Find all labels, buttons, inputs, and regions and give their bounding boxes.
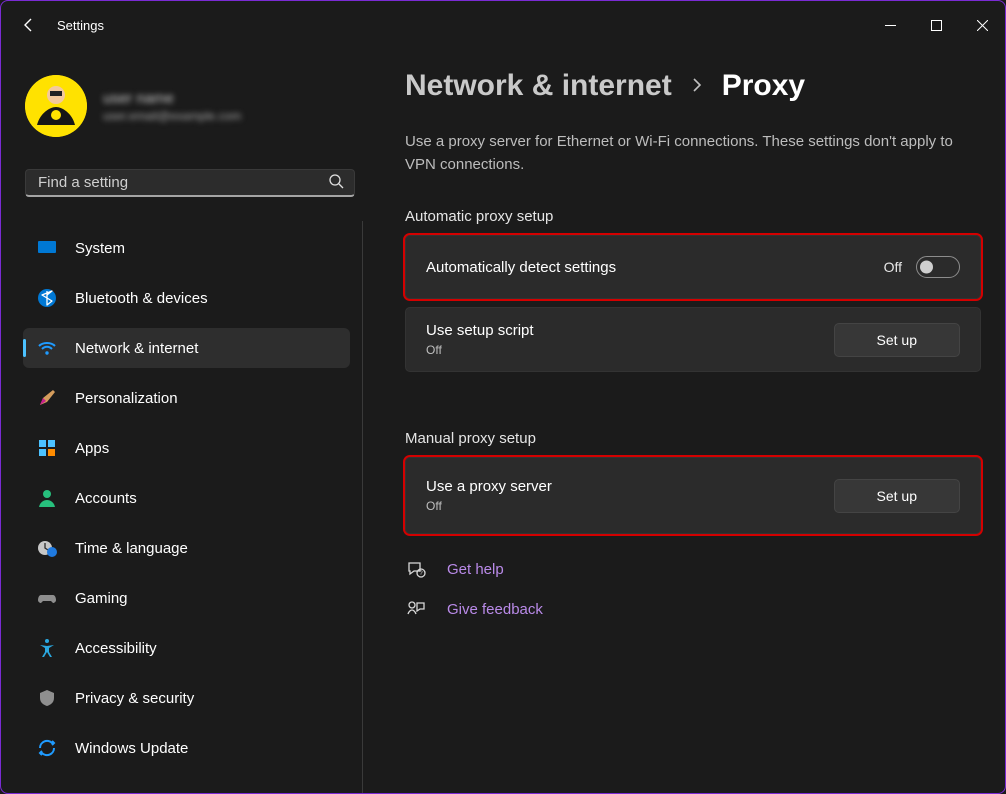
minimize-icon bbox=[885, 20, 896, 31]
maximize-button[interactable] bbox=[913, 9, 959, 41]
get-help-label: Get help bbox=[447, 561, 504, 578]
sidebar-item-network[interactable]: Network & internet bbox=[23, 328, 350, 368]
setup-script-status: Off bbox=[426, 343, 534, 357]
profile-email: user.email@example.com bbox=[103, 109, 241, 123]
sidebar-item-privacy[interactable]: Privacy & security bbox=[23, 678, 350, 718]
display-icon bbox=[37, 238, 57, 258]
window-controls bbox=[867, 9, 1005, 41]
section-title-automatic: Automatic proxy setup bbox=[405, 208, 981, 225]
proxy-server-label: Use a proxy server bbox=[426, 478, 552, 495]
app-title: Settings bbox=[57, 18, 104, 33]
sidebar-item-label: Time & language bbox=[75, 540, 188, 557]
sidebar-item-windows-update[interactable]: Windows Update bbox=[23, 728, 350, 768]
arrow-left-icon bbox=[21, 17, 37, 33]
search-icon bbox=[328, 173, 344, 192]
card-auto-detect: Automatically detect settings Off bbox=[405, 235, 981, 299]
sidebar-item-label: Windows Update bbox=[75, 740, 188, 757]
sidebar-item-label: Personalization bbox=[75, 390, 178, 407]
chevron-right-icon bbox=[690, 75, 704, 98]
maximize-icon bbox=[931, 20, 942, 31]
titlebar: Settings bbox=[1, 1, 1005, 49]
sidebar-item-gaming[interactable]: Gaming bbox=[23, 578, 350, 618]
card-proxy-server: Use a proxy server Off Set up bbox=[405, 457, 981, 534]
sidebar-item-label: Accessibility bbox=[75, 640, 157, 657]
toggle-state-label: Off bbox=[884, 259, 902, 275]
sidebar-item-time-language[interactable]: Time & language bbox=[23, 528, 350, 568]
give-feedback-link[interactable]: Give feedback bbox=[405, 598, 981, 620]
page-title: Proxy bbox=[722, 69, 805, 103]
footer-links: ? Get help Give feedback bbox=[405, 558, 981, 620]
nav-list: System Bluetooth & devices Network & int… bbox=[19, 221, 363, 793]
breadcrumb-parent[interactable]: Network & internet bbox=[405, 69, 672, 103]
person-icon bbox=[37, 488, 57, 508]
sidebar-item-label: Apps bbox=[75, 440, 109, 457]
sidebar-item-label: Bluetooth & devices bbox=[75, 290, 208, 307]
feedback-icon bbox=[405, 598, 427, 620]
setup-script-label: Use setup script bbox=[426, 322, 534, 339]
profile-name: user name bbox=[103, 90, 241, 107]
section-title-manual: Manual proxy setup bbox=[405, 430, 981, 447]
page-description: Use a proxy server for Ethernet or Wi-Fi… bbox=[405, 131, 965, 176]
bluetooth-icon bbox=[37, 288, 57, 308]
sidebar-item-label: Gaming bbox=[75, 590, 128, 607]
sidebar-item-label: Privacy & security bbox=[75, 690, 194, 707]
proxy-server-button[interactable]: Set up bbox=[834, 479, 960, 513]
search-input[interactable] bbox=[38, 174, 328, 191]
wifi-icon bbox=[37, 338, 57, 358]
sidebar-item-accounts[interactable]: Accounts bbox=[23, 478, 350, 518]
clock-globe-icon bbox=[37, 538, 57, 558]
sidebar-item-label: Network & internet bbox=[75, 340, 198, 357]
apps-icon bbox=[37, 438, 57, 458]
breadcrumb: Network & internet Proxy bbox=[405, 69, 981, 103]
sidebar-item-accessibility[interactable]: Accessibility bbox=[23, 628, 350, 668]
sidebar-item-apps[interactable]: Apps bbox=[23, 428, 350, 468]
main-content: Network & internet Proxy Use a proxy ser… bbox=[371, 49, 1005, 793]
sync-icon bbox=[37, 738, 57, 758]
gamepad-icon bbox=[37, 588, 57, 608]
help-icon: ? bbox=[405, 558, 427, 580]
sidebar: user name user.email@example.com System … bbox=[1, 49, 371, 793]
sidebar-item-bluetooth[interactable]: Bluetooth & devices bbox=[23, 278, 350, 318]
user-profile[interactable]: user name user.email@example.com bbox=[19, 71, 363, 151]
minimize-button[interactable] bbox=[867, 9, 913, 41]
proxy-server-status: Off bbox=[426, 499, 552, 513]
paintbrush-icon bbox=[37, 388, 57, 408]
accessibility-icon bbox=[37, 638, 57, 658]
sidebar-item-label: Accounts bbox=[75, 490, 137, 507]
close-icon bbox=[977, 20, 988, 31]
sidebar-item-personalization[interactable]: Personalization bbox=[23, 378, 350, 418]
sidebar-item-label: System bbox=[75, 240, 125, 257]
auto-detect-toggle[interactable] bbox=[916, 256, 960, 278]
close-button[interactable] bbox=[959, 9, 1005, 41]
shield-icon bbox=[37, 688, 57, 708]
card-setup-script: Use setup script Off Set up bbox=[405, 307, 981, 372]
give-feedback-label: Give feedback bbox=[447, 601, 543, 618]
avatar bbox=[25, 75, 87, 137]
search-box[interactable] bbox=[25, 169, 355, 197]
auto-detect-label: Automatically detect settings bbox=[426, 259, 616, 276]
sidebar-item-system[interactable]: System bbox=[23, 228, 350, 268]
back-button[interactable] bbox=[7, 3, 51, 47]
get-help-link[interactable]: ? Get help bbox=[405, 558, 981, 580]
setup-script-button[interactable]: Set up bbox=[834, 323, 960, 357]
toggle-knob bbox=[920, 261, 933, 274]
